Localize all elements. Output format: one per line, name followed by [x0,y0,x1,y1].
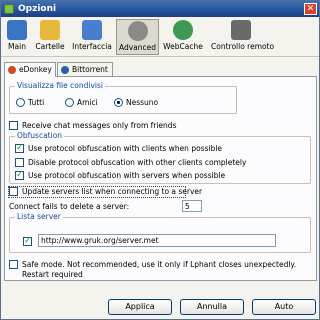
toolbar-main[interactable]: Main [5,19,29,55]
obfuscation-title: Obfuscation [15,131,65,140]
radio-tutti[interactable] [16,98,25,107]
toolbar-advanced-label: Advanced [118,43,157,52]
apply-button[interactable]: Applica [108,299,172,315]
toolbar-webcache-label: WebCache [163,42,203,51]
toolbar-cartelle-label: Cartelle [35,42,65,51]
monitor-icon [7,20,27,40]
radio-nessuno-label: Nessuno [126,98,159,107]
radio-nessuno[interactable] [114,98,123,107]
toolbar-main-label: Main [8,42,26,51]
tab-bittorrent-label: Bittorrent [72,65,108,74]
server-list-checkbox[interactable] [23,236,32,246]
update-servers-checkbox[interactable] [9,187,18,196]
cancel-button[interactable]: Annulla [180,299,244,315]
tab-edonkey-label: eDonkey [19,65,52,74]
radio-amici[interactable] [65,98,74,107]
shared-files-title: Visualizza file condivisi [15,81,105,90]
shared-files-group: Visualizza file condivisi Tutti Amici Ne… [9,81,237,114]
obfuscation-servers-label: Use protocol obfuscation with servers wh… [28,171,226,180]
radio-amici-label: Amici [77,98,98,107]
title-bar: Opzioni ✕ [1,1,319,17]
receive-chat-checkbox[interactable] [9,121,18,130]
disable-obfuscation-checkbox[interactable] [15,158,24,167]
toolbar-interfaccia[interactable]: Interfaccia [71,19,113,55]
options-toolbar: Main Cartelle Interfaccia Advanced WebCa… [1,17,319,57]
remote-icon [231,20,251,40]
edonkey-icon [8,66,16,74]
edonkey-panel: Visualizza file condivisi Tutti Amici Ne… [4,76,317,281]
bittorrent-icon [61,66,69,74]
auto-button[interactable]: Auto [252,299,316,315]
radio-tutti-label: Tutti [28,98,45,107]
folder-icon [40,20,60,40]
app-icon [4,4,14,14]
web-icon [173,20,193,40]
safe-mode-label: Safe mode. Not recommended, use it only … [22,260,297,279]
tab-bittorrent[interactable]: Bittorrent [57,62,113,76]
toolbar-webcache[interactable]: WebCache [163,19,203,55]
connect-fails-input[interactable]: 5 [182,200,202,212]
obfuscation-clients-checkbox[interactable] [15,143,24,153]
gears-icon [127,21,148,41]
screen-icon [82,20,102,40]
obfuscation-servers-checkbox[interactable] [15,170,24,180]
receive-chat-label: Receive chat messages only from friends [22,121,177,130]
toolbar-controllo-remoto[interactable]: Controllo remoto [211,19,275,55]
update-servers-label: Update servers list when connecting to a… [22,187,203,196]
obfuscation-group: Obfuscation Use protocol obfuscation wit… [9,131,311,184]
toolbar-cartelle[interactable]: Cartelle [34,19,66,55]
close-button[interactable]: ✕ [304,3,317,15]
server-list-title: Lista server [15,212,63,221]
options-window: Opzioni ✕ Main Cartelle Interfaccia Adva… [0,0,320,320]
toolbar-interfaccia-label: Interfaccia [72,42,112,51]
connect-fails-label: Connect fails to delete a server: [9,202,130,211]
window-title: Opzioni [18,4,57,14]
disable-obfuscation-label: Disable protocol obfuscation with other … [28,158,247,167]
server-list-group: Lista server http://www.gruk.org/server.… [9,212,311,253]
safe-mode-checkbox[interactable] [9,260,18,269]
toolbar-advanced[interactable]: Advanced [116,19,159,55]
toolbar-remoto-label: Controllo remoto [211,42,275,51]
tab-edonkey[interactable]: eDonkey [4,62,56,77]
server-list-url-input[interactable]: http://www.gruk.org/server.met [38,234,276,247]
obfuscation-clients-label: Use protocol obfuscation with clients wh… [28,144,223,153]
